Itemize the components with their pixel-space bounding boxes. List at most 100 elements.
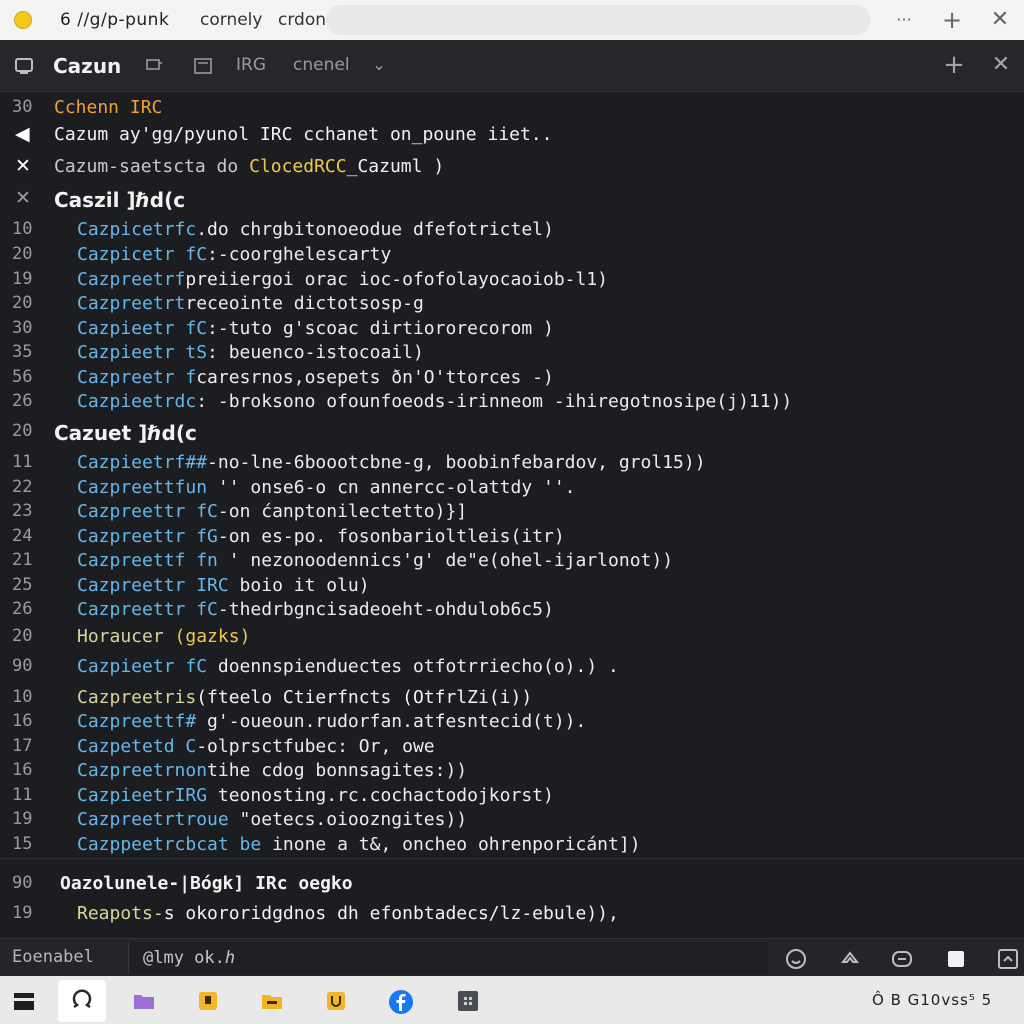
window-icon[interactable] [193, 57, 213, 75]
more-options-button[interactable]: ··· [890, 6, 918, 34]
line-number: 26 [12, 599, 33, 619]
nickname[interactable]: Cazpetetd C [77, 736, 196, 757]
message-input-container[interactable] [128, 942, 768, 974]
nickname[interactable]: Cazppeetrcbcat be [77, 834, 261, 855]
log-row: 19 Cazpreetrtroue "oetecs.oioozngites)) [0, 808, 1024, 832]
nickname[interactable]: Cazpreettr fC [77, 599, 218, 620]
nickname[interactable]: Cazpreettfun [77, 477, 207, 498]
highlight-nick[interactable]: Cazpreetris [77, 687, 196, 708]
nickname[interactable]: Cazpreettf# [77, 711, 196, 732]
message-text: '' onse6-o cn annercc-olattdy ''. [207, 477, 576, 498]
close-icon[interactable]: ✕ [15, 187, 31, 209]
new-tab-button[interactable]: + [938, 6, 966, 34]
nickname[interactable]: Cazpreettf fn [77, 550, 218, 571]
nickname[interactable]: Cazpieetr fC [77, 656, 207, 677]
close-channel-button[interactable]: ✕ [987, 50, 1015, 80]
nickname[interactable]: Cazpieetr tS [77, 342, 207, 363]
own-nickname[interactable]: Eoenabel [12, 947, 94, 967]
highlight-nick[interactable]: Horаucer [77, 626, 175, 647]
log-row: 90 Cazpieetr fC doennspienduectes otfotr… [0, 655, 1024, 679]
log-row: ✕ Caszil ]ℏd(c [0, 187, 1024, 212]
nickname[interactable]: Cazpreetrnon [77, 760, 207, 781]
channel-name: Cchenn IRC [54, 97, 163, 118]
message-icon[interactable] [890, 947, 914, 971]
send-icon[interactable] [996, 947, 1020, 971]
taskbar-app-grid[interactable] [444, 980, 492, 1022]
message-text: : beuenco-istocoail) [207, 342, 424, 363]
line-number: 16 [12, 760, 33, 780]
log-row: 16 Cazpreettf# g'-oueoun.rudorfan.atfesn… [0, 710, 1024, 734]
line-number: 90 [12, 873, 33, 893]
start-menu-icon[interactable] [12, 990, 36, 1012]
line-number: 15 [12, 834, 33, 854]
window-titlebar: 6 //g/p-punk cornely crdon ··· + ✕ [0, 0, 1024, 40]
nickname[interactable]: Cazpreetrt [77, 293, 185, 314]
nickname[interactable]: Cazpieetrf## [77, 452, 207, 473]
tab-cnenel[interactable]: cnenel [293, 55, 350, 75]
nickname[interactable]: Cazpreettr IRC [77, 575, 229, 596]
nickname[interactable]: CazpieetrIRG [77, 785, 207, 806]
taskbar-app-files[interactable] [248, 980, 296, 1022]
nickname[interactable]: Cazpreetrf [77, 269, 185, 290]
nickname[interactable]: Cazpicetr fC [77, 244, 207, 265]
message-text: teonosting.rc.cochactodojkorst) [207, 785, 554, 806]
system-tray[interactable]: Ô B G10vss⁵ 5 [872, 991, 992, 1009]
line-number: 23 [12, 501, 33, 521]
add-channel-button[interactable]: + [940, 50, 968, 80]
nickname[interactable]: Cazpieetrdc [77, 391, 196, 412]
address-bar[interactable] [326, 5, 871, 35]
file-icon[interactable] [944, 947, 968, 971]
nickname[interactable]: Cazpreetrtroue [77, 809, 229, 830]
log-row: 30 Cchenn IRC [0, 96, 1024, 120]
line-number: 22 [12, 477, 33, 497]
line-number: 11 [12, 785, 33, 805]
channel-icon[interactable] [14, 56, 34, 76]
nickname[interactable]: Cazpreettr fC [77, 501, 218, 522]
message-text: -thedrbgncisadeoeht-ohdulob6c5) [217, 599, 554, 620]
chevron-down-icon[interactable]: ⌄ [372, 55, 386, 75]
close-window-button[interactable]: ✕ [986, 6, 1014, 34]
taskbar-app-chat[interactable] [58, 980, 106, 1022]
taskbar-app-folder[interactable] [120, 980, 168, 1022]
attach-icon[interactable] [838, 947, 862, 971]
window-status-dot[interactable] [14, 11, 32, 29]
nickname[interactable]: Cazpieetr fC [77, 318, 207, 339]
pin-icon[interactable] [144, 57, 164, 75]
server-nick[interactable]: Oazolunele [60, 873, 168, 894]
arrow-left-icon[interactable]: ◀ [15, 123, 30, 145]
nickname[interactable]: Cazpreettr fG [77, 526, 218, 547]
line-number: 26 [12, 391, 33, 411]
line-number: 10 [12, 219, 33, 239]
line-number: 30 [12, 318, 33, 338]
tab-cornely[interactable]: cornely [200, 10, 262, 30]
message-input[interactable] [129, 942, 768, 974]
nickname[interactable]: Cazpreetr f [77, 367, 196, 388]
log-row: 20 Cazuet ]ℏd(c [0, 420, 1024, 445]
line-number: 35 [12, 342, 33, 362]
tab-irg[interactable]: IRG [236, 55, 266, 75]
line-number: 10 [12, 687, 33, 707]
taskbar-app-notes[interactable] [184, 980, 232, 1022]
chat-app-icon [72, 989, 92, 1009]
line-number: 20 [12, 626, 33, 646]
tab-crdon[interactable]: crdon [278, 10, 326, 30]
log-row: 10 Cazpicetrfc.do chrgbitonoeodue dfefot… [0, 218, 1024, 242]
highlight-nick[interactable]: Reapots- [77, 903, 164, 924]
message-text: boio it olu) [228, 575, 370, 596]
emoji-icon[interactable] [784, 947, 808, 971]
log-row: 22 Cazpreettfun '' onse6-o cn annercc-ol… [0, 476, 1024, 500]
taskbar-app-facebook[interactable] [376, 980, 424, 1022]
nickname[interactable]: Cazpicetrfc [77, 219, 196, 240]
message-text: "oetecs.oioozngites)) [228, 809, 468, 830]
status-text: Cazum-saetscta do [54, 156, 250, 177]
line-number: 30 [12, 97, 33, 117]
message-text: preiiergoi orac ioc-ofofolayocaoiob-l1) [185, 269, 609, 290]
status-highlight: ClocedRCC [249, 156, 347, 177]
chat-log[interactable]: 30 Cchenn IRC ◀ Cazum ay'gg/pyunol IRC c… [0, 92, 1024, 938]
divider [0, 858, 1024, 859]
taskbar-app-store[interactable] [312, 980, 360, 1022]
close-icon[interactable]: ✕ [15, 155, 31, 177]
channel-title: Cazun [53, 54, 122, 78]
section-header: Cazuet ]ℏd(c [54, 421, 197, 445]
notes-icon [199, 992, 217, 1010]
